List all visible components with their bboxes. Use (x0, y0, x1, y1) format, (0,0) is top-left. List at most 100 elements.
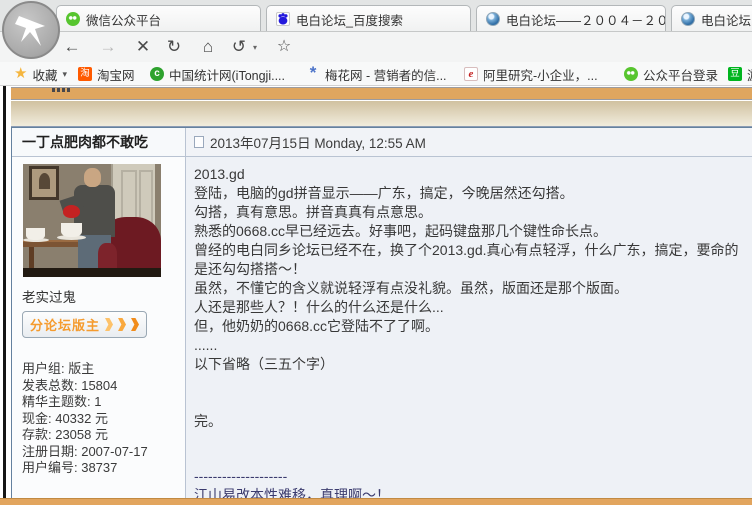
undo-icon[interactable]: ↺ (227, 35, 251, 59)
back-icon[interactable]: ← (60, 35, 84, 59)
globe-icon (486, 12, 500, 26)
avatar[interactable] (23, 164, 161, 277)
forum-header-band (11, 87, 752, 100)
post-line: 登陆，电脑的gd拼音显示——广东，搞定，今晚居然还勾搭。 (194, 184, 742, 203)
post-table: 一丁点肥肉都不敢吃 2013年07月15日 Monday, 12:55 AM (11, 127, 752, 498)
author-name[interactable]: 一丁点肥肉都不敢吃 (12, 128, 186, 156)
stat-total-posts: 发表总数: 15804 (22, 378, 185, 395)
tab-label: 电白论坛 - (701, 10, 752, 29)
post-line: 人还是那些人？！什么的什么还是什么... (194, 298, 742, 317)
post-line: 以下省略（三五个字） (194, 355, 742, 374)
avatar-portrait (29, 166, 59, 200)
taobao-icon: 淘 (78, 67, 92, 81)
stat-user-group: 用户组: 版主 (22, 361, 185, 378)
bookmark-taobao[interactable]: 淘 淘宝网 (78, 62, 135, 86)
bookmark-label: 淘宝网 (97, 65, 135, 84)
bookmark-ali-research[interactable]: e 阿里研究-小企业，... (464, 62, 598, 86)
bookmark-meihua[interactable]: * 梅花网 - 营销者的信... (306, 62, 447, 86)
avatar-armchair-arm (98, 243, 117, 270)
post-line: 2013.gd (194, 165, 742, 184)
star-icon: ★ (14, 67, 27, 81)
forum-subheader-band (11, 101, 752, 127)
moderator-badge[interactable]: 分论坛版主 (22, 311, 147, 338)
chevron-right-icon (118, 318, 126, 331)
chevron-down-icon[interactable]: ▾ (253, 43, 257, 52)
post-line: 曾经的电白同乡论坛已经不在，换了个2013.gd.真心有点轻浮，什么广东，搞定，… (194, 241, 742, 279)
home-icon[interactable]: ⌂ (196, 35, 220, 59)
tab-label: 电白论坛_百度搜索 (296, 10, 403, 29)
badge-label: 分论坛版主 (30, 315, 100, 334)
post-date-cell: 2013年07月15日 Monday, 12:55 AM (186, 128, 752, 156)
post-line: 勾搭，真有意思。拼音真真有点意思。 (194, 203, 742, 222)
post-line: 虽然，不懂它的含义就说轻浮有点没礼貌。虽然，版面还是那个版面。 (194, 279, 742, 298)
wechat-icon (624, 67, 638, 81)
post-line: ...... (194, 336, 742, 355)
author-sidebar: 老实过鬼 分论坛版主 用户组: 版主 发表总数: 15804 精华主题数: 1 … (12, 157, 186, 498)
snowflake-icon: * (306, 67, 320, 81)
bookmark-douban[interactable]: 豆 游 (728, 62, 752, 86)
bookmark-label: 公众平台登录 (643, 65, 718, 84)
globe-icon (681, 12, 695, 26)
browser-logo[interactable] (2, 1, 60, 59)
chevron-down-icon: ▾ (62, 69, 67, 80)
avatar-floor (23, 268, 161, 277)
stat-cash: 现金: 40332 元 (22, 411, 185, 428)
wechat-icon (66, 12, 80, 26)
tab-forum[interactable]: 电白论坛 - (671, 5, 752, 32)
bookmarks-menu-label: 收藏 (32, 65, 57, 84)
signature-divider: -------------------- (194, 467, 742, 486)
author-nickname: 老实过鬼 (22, 286, 185, 306)
post-line: 熟悉的0668.cc早已经远去。好事吧，起码键盘那几个键性命长点。 (194, 222, 742, 241)
bookmarks-bar: ★ 收藏 ▾ 淘 淘宝网 c 中国统计网(iTongji.... * 梅花网 -… (0, 62, 752, 86)
tab-forum-2004[interactable]: 电白论坛——２００４－２０１ (476, 5, 666, 32)
scrolled-text-remnant (52, 88, 70, 92)
avatar-man-head (84, 168, 101, 187)
page-bottom-band (0, 498, 752, 505)
avatar-cup (26, 228, 45, 240)
post-content: 2013.gd 登陆，电脑的gd拼音显示——广东，搞定，今晚居然还勾搭。 勾搭，… (186, 157, 752, 498)
bird-logo-icon (11, 10, 51, 50)
tab-wechat-platform[interactable]: 微信公众平台 (56, 5, 261, 32)
bookmark-wechat-login[interactable]: 公众平台登录 (624, 62, 718, 86)
post-line: 但，他奶奶的0668.cc它登陆不了了啊。 (194, 317, 742, 336)
post-date: 2013年07月15日 Monday, 12:55 AM (210, 132, 426, 152)
douban-icon: 豆 (728, 67, 742, 81)
browser-toolbar: ← → ✕ ↻ ⌂ ↺ ▾ ☆ 76768.cc/index.php?showt… (0, 32, 752, 62)
chevron-right-icon (105, 318, 113, 331)
bookmark-star-icon[interactable]: ☆ (272, 35, 296, 59)
author-stats: 用户组: 版主 发表总数: 15804 精华主题数: 1 现金: 40332 元… (22, 361, 185, 477)
avatar-cup (61, 223, 82, 237)
chevron-right-icon (131, 318, 139, 331)
itongji-icon: c (150, 67, 164, 81)
stat-featured-topics: 精华主题数: 1 (22, 394, 185, 411)
bookmark-label: 阿里研究-小企业，... (483, 65, 598, 84)
bookmarks-menu[interactable]: ★ 收藏 ▾ (14, 62, 67, 86)
tab-label: 微信公众平台 (86, 10, 161, 29)
forum-page: 一丁点肥肉都不敢吃 2013年07月15日 Monday, 12:55 AM (0, 86, 752, 505)
stat-user-id: 用户编号: 38737 (22, 460, 185, 477)
post-line: 完。 (194, 412, 742, 431)
post-line (194, 393, 742, 412)
post-line (194, 374, 742, 393)
forward-icon[interactable]: → (96, 35, 120, 59)
stop-icon[interactable]: ✕ (131, 35, 155, 59)
reload-icon[interactable]: ↻ (162, 35, 186, 59)
stat-savings: 存款: 23058 元 (22, 427, 185, 444)
bookmark-label: 梅花网 - 营销者的信... (325, 65, 447, 84)
baidu-icon (276, 12, 290, 26)
post-body-row: 老实过鬼 分论坛版主 用户组: 版主 发表总数: 15804 精华主题数: 1 … (12, 157, 752, 498)
bookmark-label: 中国统计网(iTongji.... (169, 65, 285, 84)
bookmark-itongji[interactable]: c 中国统计网(iTongji.... (150, 62, 285, 86)
bookmark-label: 游 (747, 65, 752, 84)
avatar-red-teapot (63, 205, 80, 218)
post-page-icon (194, 136, 204, 148)
tab-label: 电白论坛——２００４－２０１ (506, 10, 666, 29)
page-left-border (3, 86, 6, 498)
signature-block: -------------------- 江山易改本性难移，真理啊～！ (194, 467, 742, 498)
post-header-row: 一丁点肥肉都不敢吃 2013年07月15日 Monday, 12:55 AM (12, 128, 752, 157)
stat-register-date: 注册日期: 2007-07-17 (22, 444, 185, 461)
signature-text: 江山易改本性难移，真理啊～！ (194, 486, 742, 498)
ali-icon: e (464, 67, 478, 81)
tab-baidu-search[interactable]: 电白论坛_百度搜索 (266, 5, 471, 32)
browser-tab-bar: 微信公众平台 电白论坛_百度搜索 电白论坛——２００４－２０１ 电白论坛 - (0, 0, 752, 32)
